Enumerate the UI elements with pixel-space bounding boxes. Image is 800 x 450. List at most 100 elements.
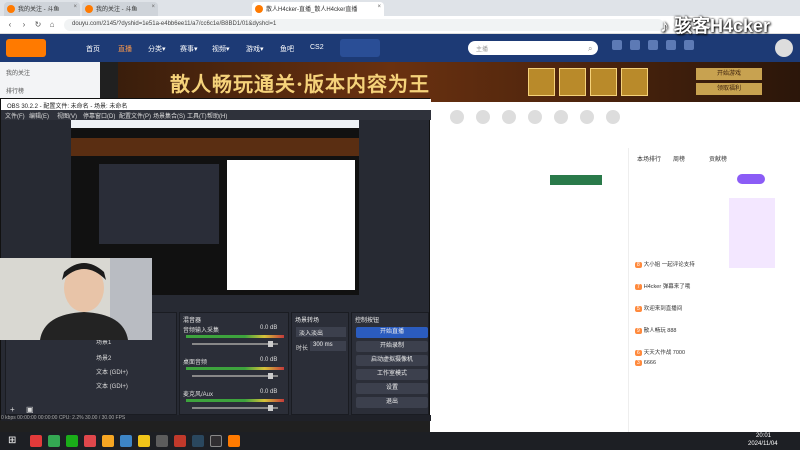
app-icon[interactable] [30, 435, 42, 447]
close-tab-icon[interactable]: × [73, 4, 77, 10]
ad-banner[interactable]: 散人畅玩通关·版本内容为王 开始游戏 领取福利 [118, 62, 800, 102]
gift-list [729, 198, 775, 268]
windows-start-icon[interactable]: ⊞ [8, 435, 16, 446]
app-icon[interactable] [138, 435, 150, 447]
nav-cs2[interactable]: CS2 [310, 44, 324, 51]
message-icon[interactable] [648, 40, 658, 50]
nav-category[interactable]: 分类▾ [148, 44, 166, 54]
app-icon[interactable] [120, 435, 132, 447]
controls-dock: 控制按钮 开始直播 开始录制 启动虚拟摄像机 工作室模式 设置 退出 [351, 312, 429, 415]
toolbar-icon[interactable] [528, 110, 542, 124]
duration-input[interactable]: 300 ms [310, 341, 346, 351]
preview-page [227, 160, 355, 290]
wechat-icon[interactable] [66, 435, 78, 447]
follow-icon[interactable] [630, 40, 640, 50]
sidebar-item-rank[interactable]: 排行榜 [6, 86, 24, 95]
address-bar[interactable]: douyu.com/2145/?dyshid=1e51a-e4bb6ee11/a… [64, 19, 664, 31]
download-icon[interactable] [666, 40, 676, 50]
toolbar-icon[interactable] [580, 110, 594, 124]
menu-dock[interactable]: 停靠窗口(D) [83, 111, 115, 120]
clock-date: 2024/11/04 [748, 441, 778, 447]
audio-mixer-dock: 混音器 音频输入采集 0.0 dB 桌面音频 0.0 dB 麦克风/Aux 0.… [179, 312, 289, 415]
app-icon[interactable] [174, 435, 186, 447]
menu-scene-collection[interactable]: 场景集合(S) [153, 111, 185, 120]
live-icon[interactable] [684, 40, 694, 50]
tab-rank[interactable]: 本场排行 [637, 154, 661, 163]
controls-header: 控制按钮 [355, 318, 380, 324]
toolbar-icon[interactable] [554, 110, 568, 124]
volume-meter [186, 399, 284, 402]
menu-file[interactable]: 文件(F) [5, 111, 25, 120]
back-icon[interactable]: ‹ [4, 19, 16, 31]
taskbar: ⊞ 20:01 2024/11/04 [0, 432, 800, 450]
nav-home[interactable]: 首页 [86, 44, 100, 54]
nav-games[interactable]: 游戏▾ [246, 44, 264, 54]
preview-obs-recursion [99, 164, 219, 244]
virtual-camera-button[interactable]: 启动虚拟摄像机 [356, 355, 428, 366]
claim-reward-button[interactable]: 领取福利 [696, 83, 762, 95]
douyu-favicon-icon [85, 5, 93, 13]
search-icon[interactable]: ⌕ [588, 44, 592, 54]
major-event-badge[interactable] [340, 39, 380, 57]
volume-slider[interactable] [192, 341, 278, 347]
rank-badge [737, 174, 765, 184]
avatar[interactable] [775, 39, 793, 57]
obs-title: OBS 30.2.2 - 配置文件: 未命名 - 场景: 未命名 [1, 99, 431, 110]
obs-icon[interactable] [210, 435, 222, 447]
menu-help[interactable]: 帮助(H) [207, 111, 227, 120]
scene-item[interactable]: 文本 (GDI+) [96, 367, 128, 376]
add-scene-icon[interactable]: + [10, 405, 15, 414]
douyu-header: 首页 直播 分类▾ 赛事▾ 视频▾ 游戏▾ 鱼吧 CS2 主播 ⌕ [0, 34, 800, 62]
close-tab-icon[interactable]: × [151, 4, 155, 10]
search-input[interactable]: 主播 [468, 41, 598, 55]
start-streaming-button[interactable]: 开始直播 [356, 327, 428, 338]
douyu-logo[interactable] [6, 39, 46, 57]
nav-video[interactable]: 视频▾ [212, 44, 230, 54]
toolbar-icon[interactable] [476, 110, 490, 124]
settings-button[interactable]: 设置 [356, 383, 428, 394]
browser-tab[interactable]: 我的关注 - 斗鱼 × [4, 2, 80, 16]
steam-icon[interactable] [192, 435, 204, 447]
menu-profile[interactable]: 配置文件(P) [119, 111, 151, 120]
exit-button[interactable]: 退出 [356, 397, 428, 408]
toolbar-icon[interactable] [502, 110, 516, 124]
volume-slider[interactable] [192, 405, 278, 411]
tab-contribution[interactable]: 贡献榜 [709, 154, 727, 163]
nav-events[interactable]: 赛事▾ [180, 44, 198, 54]
transitions-header: 场景转场 [295, 318, 320, 324]
remove-scene-icon[interactable]: ▣ [26, 405, 34, 414]
tab-weekly[interactable]: 周榜 [673, 154, 685, 163]
volume-slider[interactable] [192, 373, 278, 379]
chrome-icon[interactable] [48, 435, 60, 447]
mixer-item-name: 桌面音频 [183, 360, 208, 366]
forward-icon[interactable]: › [18, 19, 30, 31]
studio-mode-button[interactable]: 工作室模式 [356, 369, 428, 380]
volume-meter [186, 335, 284, 338]
nav-live[interactable]: 直播 [118, 44, 132, 54]
folder-icon[interactable] [102, 435, 114, 447]
menu-view[interactable]: 视图(V) [57, 111, 77, 120]
app-icon[interactable] [84, 435, 96, 447]
room-tag [550, 175, 602, 185]
transition-select[interactable]: 淡入淡出 [296, 327, 346, 337]
nav-fishbar[interactable]: 鱼吧 [280, 44, 294, 54]
menu-tools[interactable]: 工具(T) [187, 111, 207, 120]
room-toolbar [450, 110, 620, 140]
scene-item[interactable]: 场景2 [96, 353, 111, 362]
home-icon[interactable]: ⌂ [46, 19, 58, 31]
start-game-button[interactable]: 开始游戏 [696, 68, 762, 80]
browser-tab[interactable]: 我的关注 - 斗鱼 × [82, 2, 158, 16]
scene-item[interactable]: 文本 (GDI+) [96, 381, 128, 390]
close-tab-icon[interactable]: × [377, 4, 381, 10]
sidebar-item-follow[interactable]: 我的关注 [6, 68, 30, 77]
menu-edit[interactable]: 编辑(E) [29, 111, 49, 120]
start-recording-button[interactable]: 开始录制 [356, 341, 428, 352]
douyu-icon[interactable] [228, 435, 240, 447]
toolbar-icon[interactable] [450, 110, 464, 124]
app-icon[interactable] [156, 435, 168, 447]
history-icon[interactable] [612, 40, 622, 50]
reload-icon[interactable]: ↻ [32, 19, 44, 31]
toolbar-icon[interactable] [606, 110, 620, 124]
browser-tab-active[interactable]: 散人H4cker-直播_散人H4cker直播 × [252, 2, 384, 16]
mixer-item-db: 0.0 dB [260, 357, 278, 363]
